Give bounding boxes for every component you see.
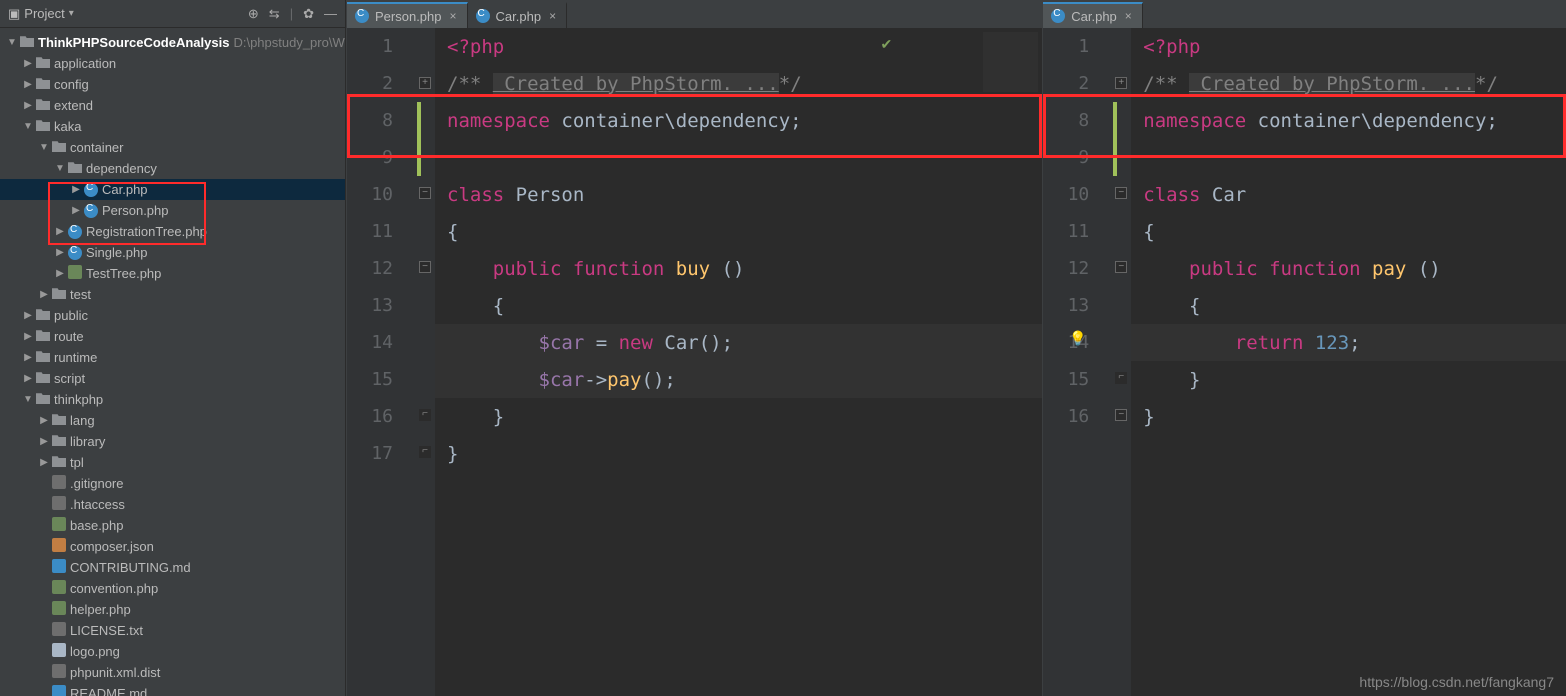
- gutter-line: 11: [347, 213, 393, 250]
- fold-collapse-icon[interactable]: −: [1115, 261, 1127, 273]
- gutter-line: 1: [1043, 28, 1089, 65]
- tree-item-thinkphp[interactable]: ▼thinkphp: [0, 389, 345, 410]
- close-icon[interactable]: ×: [1125, 9, 1132, 23]
- tree-item-single-php[interactable]: ▶Single.php: [0, 242, 345, 263]
- fold-expand-icon[interactable]: +: [1115, 77, 1127, 89]
- close-icon[interactable]: ×: [549, 9, 556, 23]
- project-root-row[interactable]: ▼ ThinkPHPSourceCodeAnalysis D:\phpstudy…: [0, 32, 345, 53]
- gutter-line: 12: [1043, 250, 1089, 287]
- gutter-line: 14: [347, 324, 393, 361]
- chevron-down-icon[interactable]: ▾: [69, 8, 74, 19]
- tree-item-route[interactable]: ▶route: [0, 326, 345, 347]
- fold-collapse-icon[interactable]: −: [1115, 187, 1127, 199]
- tree-item-kaka[interactable]: ▼kaka: [0, 116, 345, 137]
- tree-item-contributing-md[interactable]: CONTRIBUTING.md: [0, 557, 345, 578]
- fold-collapse-icon[interactable]: −: [419, 261, 431, 273]
- gutter-line: 17: [347, 435, 393, 472]
- gutter-line: 13: [347, 287, 393, 324]
- close-icon[interactable]: ×: [450, 9, 457, 23]
- gutter-line: 11: [1043, 213, 1089, 250]
- gutter-line: 10: [347, 176, 393, 213]
- locate-icon[interactable]: ⊕: [248, 6, 259, 22]
- fold-end-icon[interactable]: ⌐: [1115, 372, 1127, 384]
- highlight-box: [347, 94, 1042, 158]
- php-icon: [1051, 9, 1065, 23]
- tree-item-helper-php[interactable]: helper.php: [0, 599, 345, 620]
- tree-item-runtime[interactable]: ▶runtime: [0, 347, 345, 368]
- tree-item-convention-php[interactable]: convention.php: [0, 578, 345, 599]
- sidebar-header: ▣ Project ▾ ⊕ ⇆ | ✿ —: [0, 0, 345, 28]
- right-tab-bar: Car.php×: [1043, 0, 1566, 28]
- tree-item-tpl[interactable]: ▶tpl: [0, 452, 345, 473]
- tree-item-public[interactable]: ▶public: [0, 305, 345, 326]
- tree-item--gitignore[interactable]: .gitignore: [0, 473, 345, 494]
- gutter-line: 15: [347, 361, 393, 398]
- gear-icon[interactable]: ✿: [303, 6, 314, 22]
- project-tree[interactable]: ▼ ThinkPHPSourceCodeAnalysis D:\phpstudy…: [0, 28, 345, 696]
- left-editor-pane: Person.php×Car.php× ✔ 128910111213141516…: [346, 0, 1042, 696]
- project-sidebar: ▣ Project ▾ ⊕ ⇆ | ✿ — ▼ ThinkPHPSourceCo…: [0, 0, 346, 696]
- gutter-line: 13: [1043, 287, 1089, 324]
- fold-collapse-icon[interactable]: −: [1115, 409, 1127, 421]
- tab-car-php[interactable]: Car.php×: [468, 2, 568, 28]
- project-icon: ▣: [8, 6, 20, 22]
- php-icon: [476, 9, 490, 23]
- gutter-line: 12: [347, 250, 393, 287]
- gutter-line: 1: [347, 28, 393, 65]
- tree-item-dependency[interactable]: ▼dependency: [0, 158, 345, 179]
- highlight-box: [1043, 94, 1566, 158]
- fold-end-icon[interactable]: ⌐: [419, 446, 431, 458]
- tree-item-script[interactable]: ▶script: [0, 368, 345, 389]
- right-editor-pane: Car.php× 128910111213141516 + − − ⌐ − 💡 …: [1042, 0, 1566, 696]
- right-editor-body[interactable]: 128910111213141516 + − − ⌐ − 💡 <?php /**…: [1043, 28, 1566, 696]
- tab-car-php[interactable]: Car.php×: [1043, 2, 1143, 28]
- divider: |: [290, 6, 293, 22]
- settings-filter-icon[interactable]: ⇆: [269, 6, 280, 22]
- gutter-line: 15: [1043, 361, 1089, 398]
- tree-item-lang[interactable]: ▶lang: [0, 410, 345, 431]
- tree-item-test[interactable]: ▶test: [0, 284, 345, 305]
- fold-end-icon[interactable]: ⌐: [419, 409, 431, 421]
- tree-item-phpunit-xml-dist[interactable]: phpunit.xml.dist: [0, 662, 345, 683]
- tree-item-readme-md[interactable]: README.md: [0, 683, 345, 696]
- tree-item-base-php[interactable]: base.php: [0, 515, 345, 536]
- editors-area: Person.php×Car.php× ✔ 128910111213141516…: [346, 0, 1566, 696]
- sidebar-title: Project: [24, 6, 64, 21]
- tree-item--htaccess[interactable]: .htaccess: [0, 494, 345, 515]
- minimize-icon[interactable]: —: [324, 6, 337, 22]
- tab-person-php[interactable]: Person.php×: [347, 2, 468, 28]
- tree-item-license-txt[interactable]: LICENSE.txt: [0, 620, 345, 641]
- tree-item-composer-json[interactable]: composer.json: [0, 536, 345, 557]
- watermark: https://blog.csdn.net/fangkang7: [1359, 674, 1554, 690]
- tree-item-testtree-php[interactable]: ▶TestTree.php: [0, 263, 345, 284]
- tree-highlight-box: [48, 182, 206, 245]
- fold-collapse-icon[interactable]: −: [419, 187, 431, 199]
- tree-item-logo-png[interactable]: logo.png: [0, 641, 345, 662]
- fold-expand-icon[interactable]: +: [419, 77, 431, 89]
- tree-item-application[interactable]: ▶application: [0, 53, 345, 74]
- gutter-line: 16: [1043, 398, 1089, 435]
- left-editor-body[interactable]: ✔ 12891011121314151617 + − − ⌐ ⌐ <?php /…: [347, 28, 1042, 696]
- tree-item-config[interactable]: ▶config: [0, 74, 345, 95]
- tree-item-extend[interactable]: ▶extend: [0, 95, 345, 116]
- gutter-line: 16: [347, 398, 393, 435]
- left-tab-bar: Person.php×Car.php×: [347, 0, 1042, 28]
- php-icon: [355, 9, 369, 23]
- bulb-icon[interactable]: 💡: [1069, 330, 1086, 347]
- gutter-line: 10: [1043, 176, 1089, 213]
- tree-item-library[interactable]: ▶library: [0, 431, 345, 452]
- tree-item-container[interactable]: ▼container: [0, 137, 345, 158]
